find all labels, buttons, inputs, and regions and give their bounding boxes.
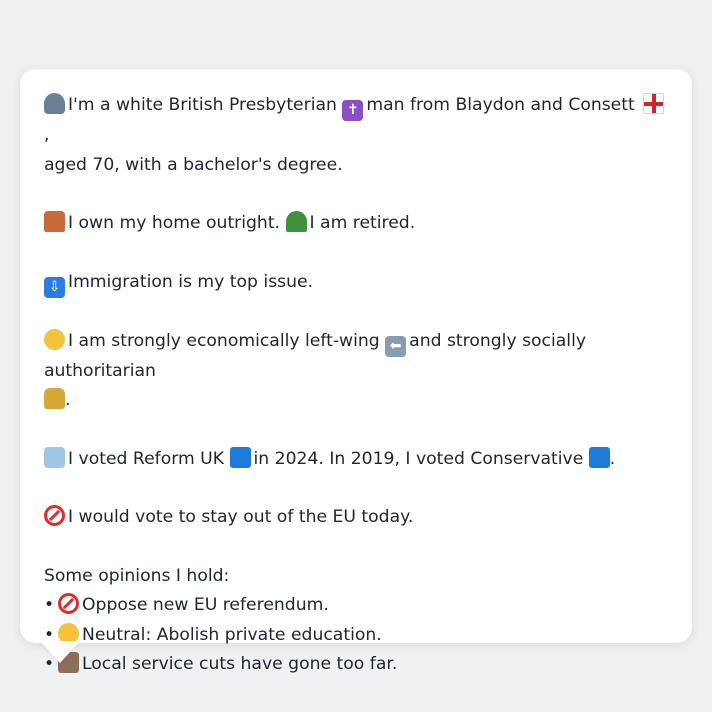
home-text-1: I own my home outright. — [68, 213, 281, 233]
opinions-heading: Some opinions I hold: — [44, 565, 230, 586]
left-arrow-icon: ⬅ — [385, 335, 407, 357]
thinking-face-icon — [44, 328, 65, 350]
blue-square-icon — [229, 446, 251, 468]
opinion-text: Neutral: Abolish private education. — [82, 624, 382, 645]
passport-control-icon: ⇩ — [44, 276, 65, 298]
persona-message-bubble: I'm a white British Presbyterian ✝ man fr… — [20, 69, 692, 674]
no-entry-icon — [58, 593, 79, 614]
palm-tree-icon — [285, 211, 307, 232]
intro-paragraph: I'm a white British Presbyterian ✝ man fr… — [44, 91, 668, 180]
intro-text-4: aged 70, with a bachelor's degree. — [44, 154, 343, 175]
issue-text: Immigration is my top issue. — [68, 271, 314, 292]
vote-text-2: in 2024. In 2019, I voted Conservative — [253, 448, 584, 469]
list-item: • Local service cuts have gone too far. — [44, 650, 668, 680]
vote-paragraph: I voted Reform UK in 2024. In 2019, I vo… — [44, 445, 668, 475]
house-icon — [44, 211, 65, 232]
vote-text-3: . — [609, 448, 616, 469]
intro-text-2: man from Blaydon and Consett — [366, 95, 635, 115]
eu-text: I would vote to stay out of the EU today… — [68, 507, 414, 527]
home-text-2: I am retired. — [309, 213, 416, 233]
opinion-text: Local service cuts have gone too far. — [82, 654, 398, 674]
issue-paragraph: ⇩ Immigration is my top issue. — [44, 268, 668, 298]
ideology-text-3: . — [65, 390, 71, 410]
ballot-box-icon — [44, 446, 65, 468]
intro-text-3: , — [44, 125, 50, 145]
ideology-text-1: I am strongly economically left-wing — [68, 330, 380, 351]
latin-cross-icon: ✝ — [342, 100, 364, 121]
eu-paragraph: I would vote to stay out of the EU today… — [44, 503, 668, 533]
intro-text-1: I'm a white British Presbyterian — [68, 95, 337, 115]
england-flag-icon — [643, 93, 665, 114]
vote-text-1: I voted Reform UK — [68, 448, 225, 469]
list-item: • Oppose new EU referendum. — [44, 591, 668, 621]
home-paragraph: I own my home outright. I am retired. — [44, 209, 668, 239]
opinion-text: Oppose new EU referendum. — [82, 595, 329, 615]
bubble-tail — [40, 641, 80, 663]
blue-square-icon — [588, 446, 610, 468]
lock-icon — [44, 388, 65, 409]
bullet: • — [44, 595, 55, 615]
person-icon — [44, 93, 65, 114]
no-entry-icon — [44, 505, 65, 526]
list-item: • Neutral: Abolish private education. — [44, 621, 668, 651]
opinions-section: Some opinions I hold: • Oppose new EU ref… — [44, 562, 668, 680]
ideology-paragraph: I am strongly economically left-wing ⬅ an… — [44, 327, 668, 416]
